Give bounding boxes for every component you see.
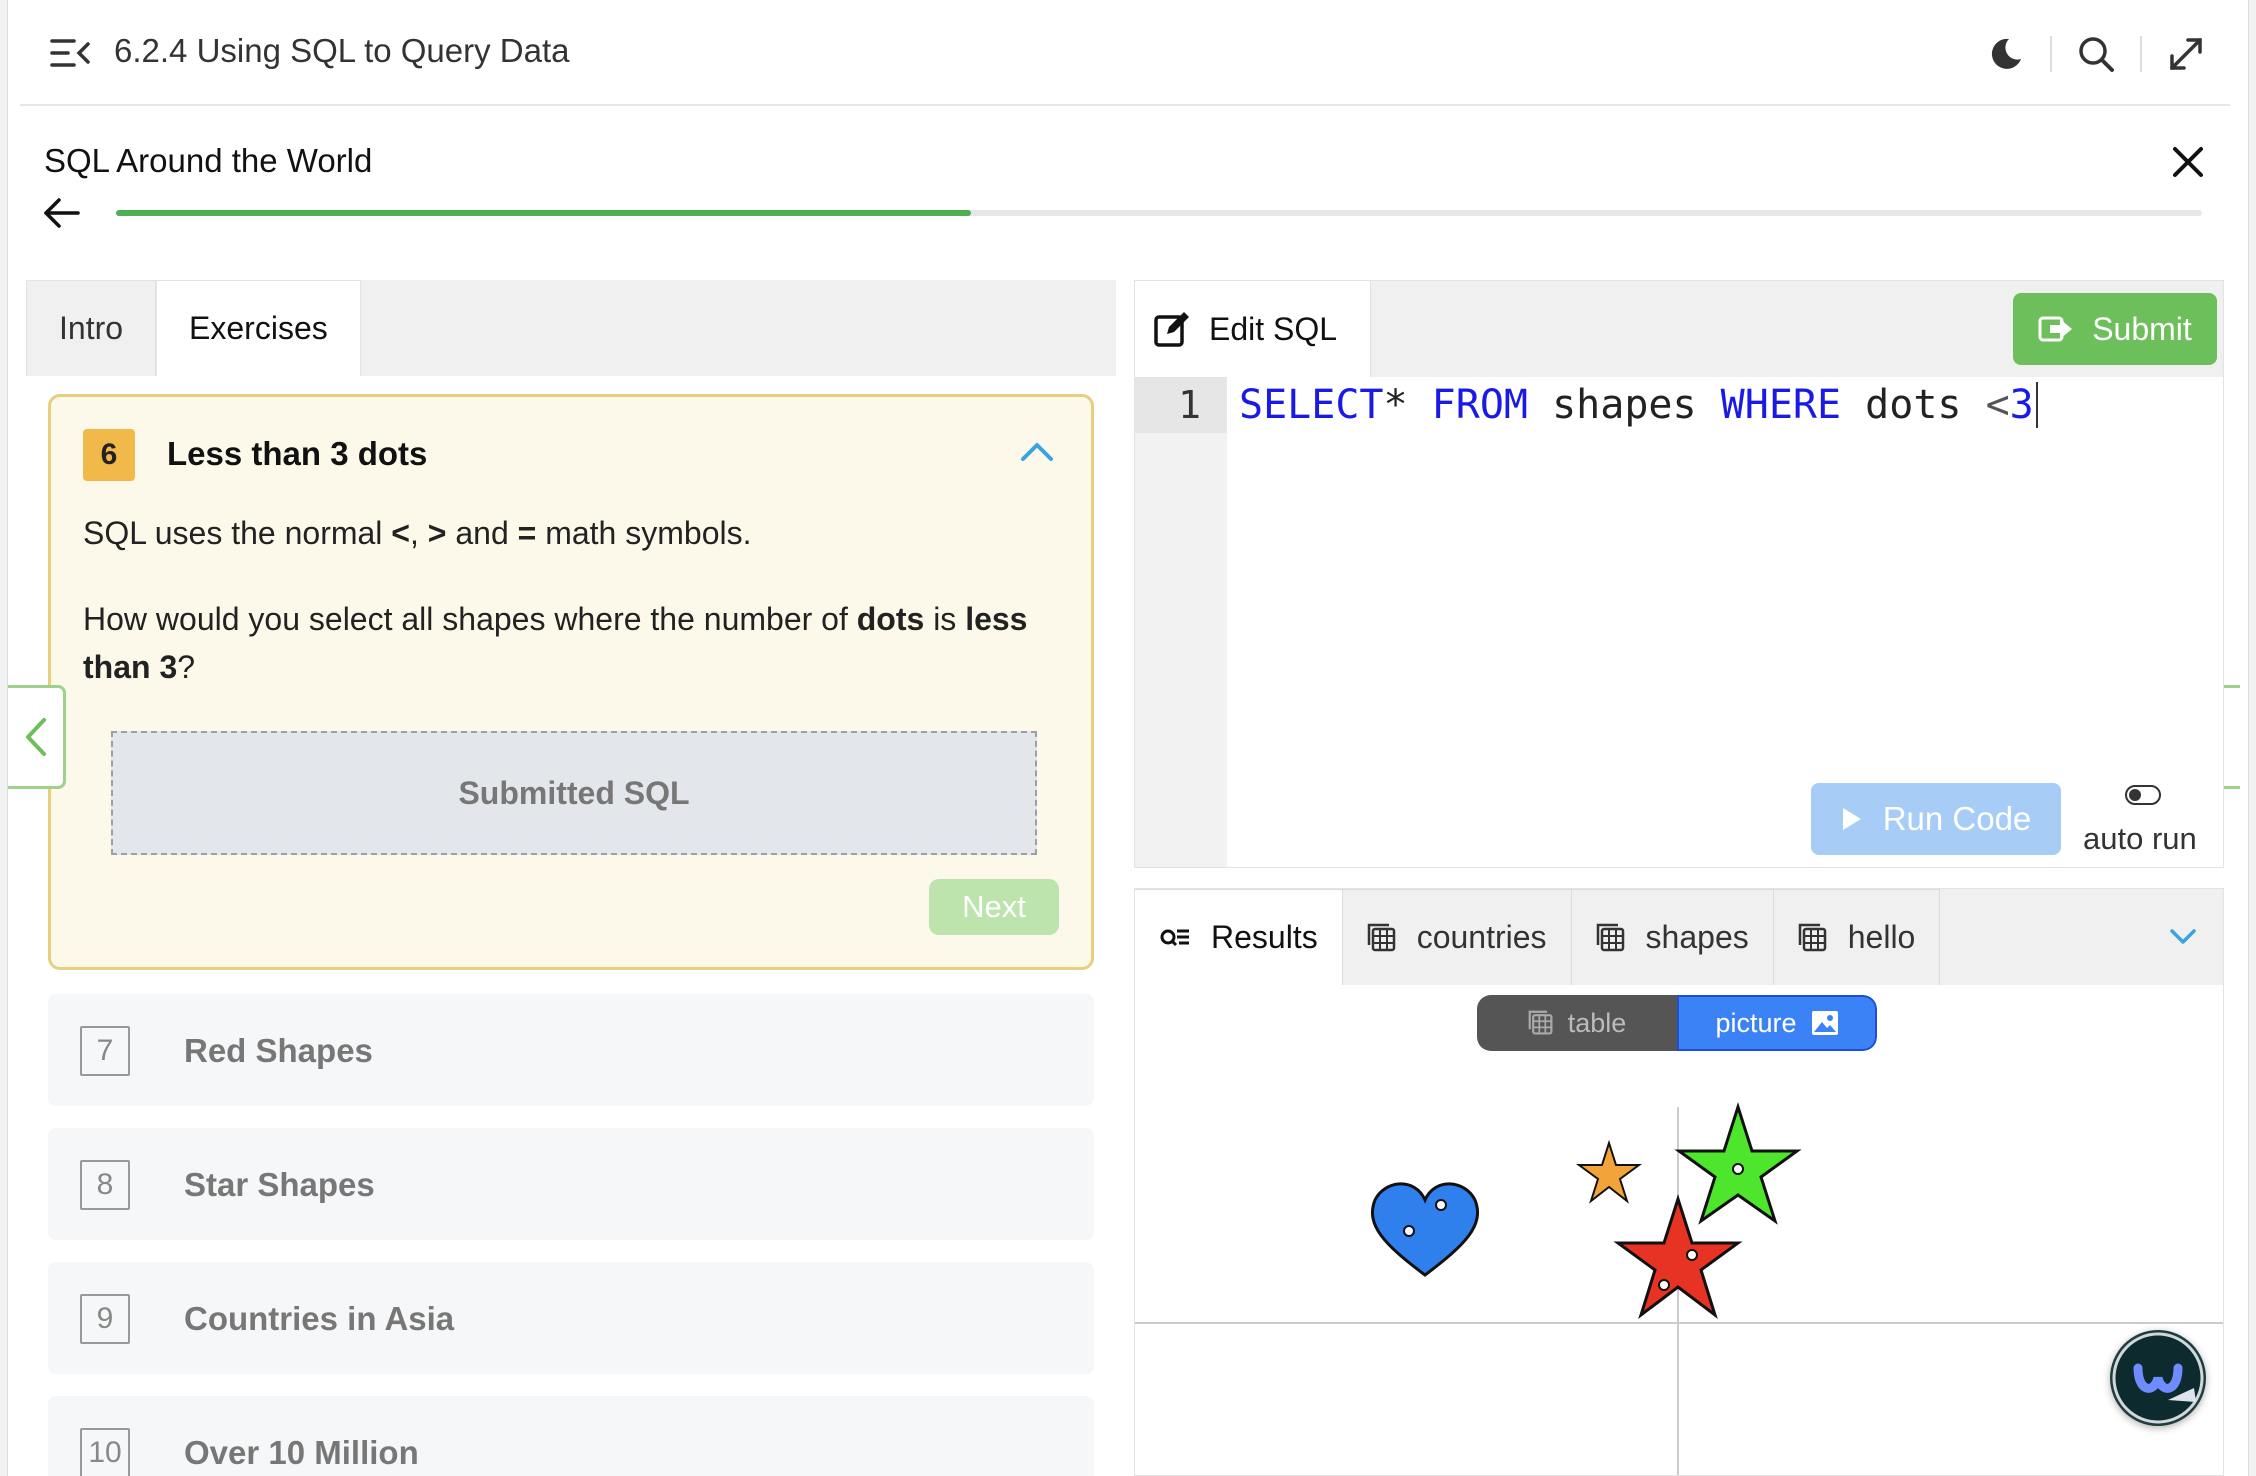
- lesson-progress-bar: [116, 210, 2202, 216]
- results-icon: [1160, 929, 1189, 946]
- table-icon: [1596, 923, 1624, 951]
- exercise-title: Star Shapes: [184, 1166, 375, 1203]
- chevron-left-icon: [25, 718, 46, 756]
- chevron-up-icon[interactable]: [1019, 439, 1055, 463]
- countries-label: countries: [1416, 919, 1547, 955]
- edit-icon: [1154, 312, 1189, 347]
- tab-countries[interactable]: countries: [1342, 889, 1572, 985]
- results-panel: Results countries shapes hello table pic…: [1134, 888, 2224, 1476]
- view-toggle: table picture: [1477, 995, 1877, 1051]
- exercise-title: Countries in Asia: [184, 1300, 455, 1337]
- exercise-title: Over 10 Million: [184, 1434, 419, 1471]
- line-number: 1: [1135, 377, 1227, 433]
- submit-label: Submit: [2092, 310, 2192, 347]
- back-arrow-icon[interactable]: [42, 196, 82, 230]
- table-icon: [1367, 923, 1395, 951]
- sql-editor-panel: Edit SQL Submit 1 SELECT* FROM shapes WH…: [1134, 280, 2224, 868]
- assistant-beta-button[interactable]: [2110, 1330, 2206, 1426]
- current-exercise-card: 6 Less than 3 dots SQL uses the normal <…: [48, 394, 1094, 970]
- code-editor[interactable]: SELECT* FROM shapes WHERE dots <3: [1239, 377, 2038, 433]
- table-view-label: table: [1567, 1007, 1627, 1038]
- exercise-number: 8: [80, 1160, 130, 1210]
- tab-edit-sql[interactable]: Edit SQL: [1135, 281, 1371, 377]
- exercises-panel: Intro Exercises 6 Less than 3 dots SQL u…: [26, 280, 1116, 1476]
- tab-results[interactable]: Results: [1135, 889, 1343, 985]
- editor-header: Edit SQL Submit: [1135, 281, 2223, 377]
- prev-exercise-button[interactable]: [8, 685, 66, 789]
- hello-label: hello: [1847, 919, 1916, 955]
- run-code-label: Run Code: [1882, 800, 2032, 837]
- line-gutter: 1: [1135, 377, 1227, 867]
- exercise-number: 10: [80, 1428, 130, 1476]
- results-label: Results: [1211, 919, 1318, 955]
- table-icon: [1798, 923, 1826, 951]
- play-icon: [1842, 808, 1861, 830]
- submit-arrow-icon: [2038, 316, 2073, 342]
- top-bar: 6.2.4 Using SQL to Query Data: [20, 0, 2230, 106]
- search-icon[interactable]: [2072, 30, 2120, 78]
- orange-star-shape: [1575, 1139, 1643, 1204]
- exercise-title: Less than 3 dots: [167, 435, 428, 472]
- left-tabs: Intro Exercises: [26, 280, 1116, 376]
- tab-exercises[interactable]: Exercises: [156, 280, 361, 376]
- table-view-button[interactable]: table: [1477, 995, 1677, 1051]
- auto-run-label: auto run: [2083, 821, 2197, 856]
- run-code-button[interactable]: Run Code: [1811, 783, 2061, 855]
- exercise-question: How would you select all shapes where th…: [83, 601, 1028, 685]
- list-item[interactable]: 9 Countries in Asia: [48, 1262, 1094, 1374]
- tab-shapes[interactable]: shapes: [1571, 889, 1774, 985]
- moon-icon[interactable]: [1982, 30, 2030, 78]
- green-star-shape: [1674, 1102, 1802, 1225]
- results-tabs: Results countries shapes hello: [1135, 889, 2223, 985]
- exercise-list: 6 Less than 3 dots SQL uses the normal <…: [26, 376, 1116, 1476]
- divider: [2050, 36, 2052, 72]
- exercise-number: 7: [80, 1026, 130, 1076]
- table-icon: [1528, 1010, 1553, 1035]
- submitted-sql-box: Submitted SQL: [111, 731, 1037, 855]
- divider: [2140, 36, 2142, 72]
- menu-collapse-icon[interactable]: [50, 36, 90, 70]
- list-item[interactable]: 7 Red Shapes: [48, 994, 1094, 1106]
- tab-intro[interactable]: Intro: [26, 280, 157, 376]
- list-item[interactable]: 8 Star Shapes: [48, 1128, 1094, 1240]
- chevron-down-icon[interactable]: [2169, 927, 2197, 952]
- tab-hello[interactable]: hello: [1773, 889, 1941, 985]
- picture-view-button[interactable]: picture: [1677, 995, 1877, 1051]
- picture-view-label: picture: [1715, 1007, 1797, 1038]
- shapes-label: shapes: [1645, 919, 1749, 955]
- top-toolbar: [1962, 30, 2230, 78]
- image-icon: [1811, 1011, 1838, 1035]
- close-icon[interactable]: [2170, 144, 2206, 180]
- exercise-text-intro: SQL uses the normal <, > and = math symb…: [83, 515, 752, 551]
- assistant-logo-icon: [2112, 1332, 2204, 1424]
- edit-sql-label: Edit SQL: [1209, 310, 1338, 347]
- breadcrumb: 6.2.4 Using SQL to Query Data: [114, 32, 570, 69]
- expand-icon[interactable]: [2162, 30, 2210, 78]
- submit-button[interactable]: Submit: [2013, 293, 2217, 365]
- progress-fill: [116, 210, 972, 216]
- auto-run-toggle[interactable]: [2125, 785, 2161, 805]
- exercise-number: 9: [80, 1294, 130, 1344]
- exercise-number-badge: 6: [83, 429, 135, 481]
- next-button[interactable]: Next: [929, 879, 1059, 935]
- exercise-title: Red Shapes: [184, 1032, 373, 1069]
- lesson-title: SQL Around the World: [44, 142, 373, 179]
- list-item[interactable]: 10 Over 10 Million: [48, 1396, 1094, 1476]
- blue-heart-shape: [1370, 1182, 1480, 1277]
- shapes-canvas: [1135, 1102, 2223, 1475]
